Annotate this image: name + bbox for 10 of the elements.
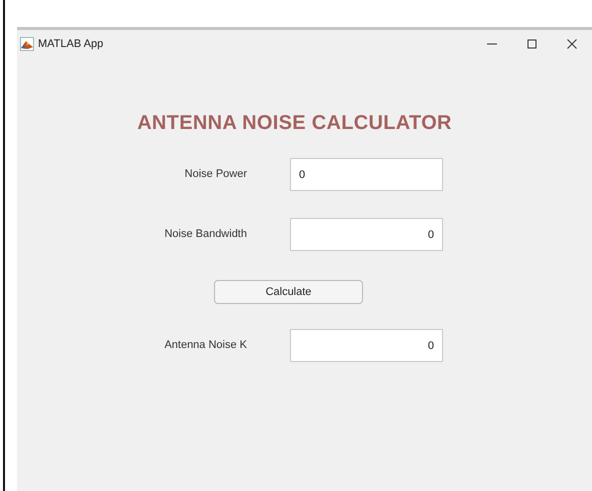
field-label: Antenna Noise K — [163, 338, 247, 354]
input-field[interactable]: 0 — [290, 218, 443, 251]
field-label: Noise Bandwidth — [163, 227, 247, 242]
calculate-button[interactable]: Calculate — [214, 280, 363, 304]
output-field[interactable]: 0 — [290, 329, 443, 362]
app-heading: ANTENNA NOISE CALCULATOR — [136, 111, 453, 136]
window-title: MATLAB App — [38, 36, 104, 52]
app-icon — [20, 37, 34, 51]
input-field[interactable]: 0 — [290, 158, 443, 191]
field-label: Noise Power — [184, 167, 247, 182]
